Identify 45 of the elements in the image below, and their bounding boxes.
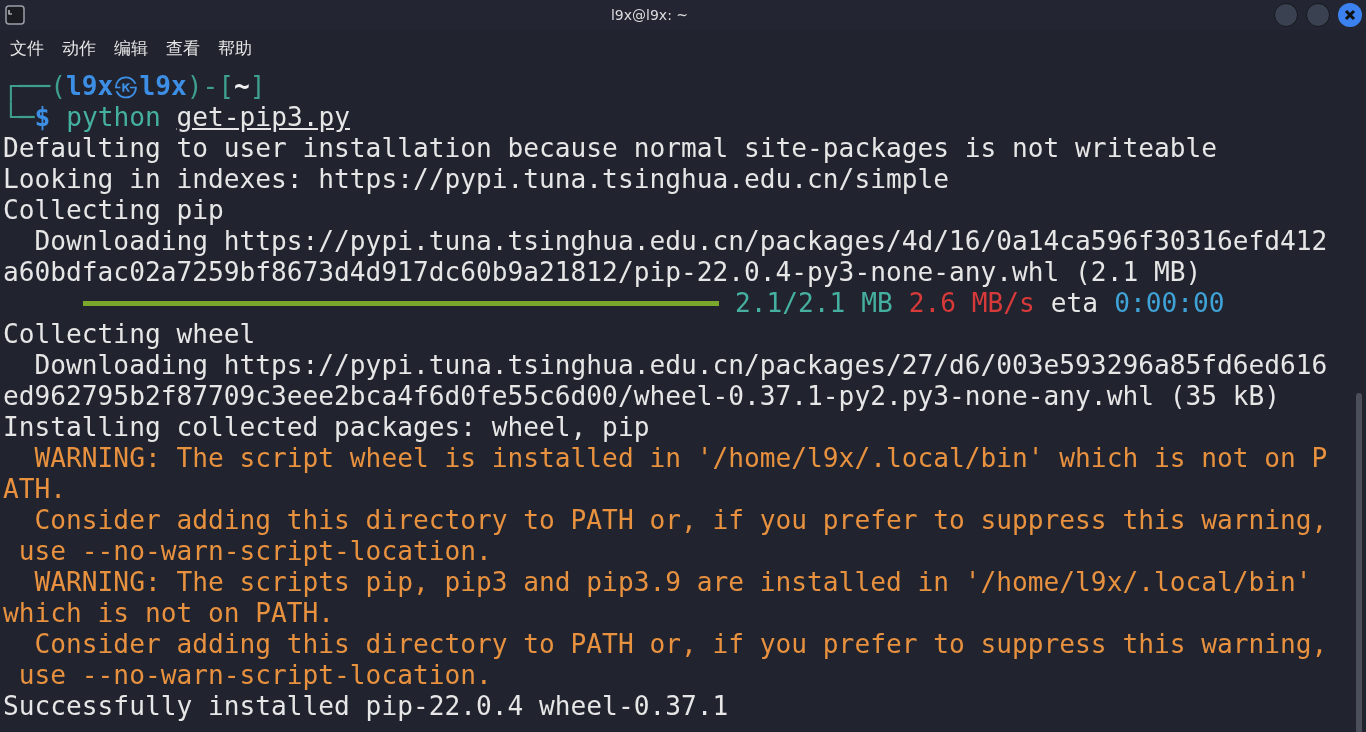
output-line: Downloading https://pypi.tuna.tsinghua.edu.cn/packages/4d/16/0a14ca596f30316efd412 <box>33 226 1329 257</box>
menu-item[interactable]: 动作 <box>62 36 96 62</box>
warning-line: Consider adding this directory to PATH or, if you prefer to suppress this warning, <box>33 505 1329 536</box>
output-line: a60bdfac02a7259bf8673d4d917dc60b9a21812/pip-22.0.4-py3-none-any.whl (2.1 MB) <box>3 257 1203 288</box>
prompt-frame: )-[ <box>186 71 234 102</box>
output-line: Installing collected packages: wheel, pip <box>3 412 651 443</box>
download-size: 2.1/2.1 MB <box>735 288 893 319</box>
output-line: Looking in indexes: https://pypi.tuna.tsinghua.edu.cn/simple <box>3 164 950 195</box>
prompt-frame: ] <box>249 71 266 102</box>
output-line: Successfully installed pip-22.0.4 wheel-0.37.1 <box>3 691 730 722</box>
download-speed: 2.6 MB/s <box>908 288 1035 319</box>
warning-line: WARNING: The script wheel is installed in '/home/l9x/.local/bin' which is not on P <box>33 443 1329 474</box>
warning-line: Consider adding this directory to PATH or, if you prefer to suppress this warning, <box>33 629 1329 660</box>
warning-line: which is not on PATH. <box>3 598 336 629</box>
prompt-symbol: ㉿ <box>113 71 140 102</box>
prompt-frame: └─ <box>3 102 35 133</box>
prompt-frame: ┌──( <box>3 71 67 102</box>
command-argument: get-pip3.py <box>176 102 350 133</box>
output-line: Defaulting to user installation because normal site-packages is not writeable <box>3 133 1218 164</box>
prompt-user: l9x <box>66 71 114 102</box>
window-title: l9x@l9x: ~ <box>610 5 689 25</box>
menu-item[interactable]: 文件 <box>10 36 44 62</box>
scrollbar[interactable] <box>1356 393 1362 732</box>
eta-label: eta <box>1050 288 1099 319</box>
warning-line: WARNING: The scripts pip, pip3 and pip3.9 are installed in '/home/l9x/.local/bin' <box>33 567 1313 598</box>
eta-time: 0:00:00 <box>1114 288 1225 319</box>
warning-line: use --no-warn-script-location. <box>17 660 493 691</box>
output-line: Collecting wheel <box>3 319 257 350</box>
prompt-directory: ~ <box>234 71 250 102</box>
warning-line: ATH. <box>3 474 68 505</box>
command: python <box>66 102 161 133</box>
warning-line: use --no-warn-script-location. <box>17 536 493 567</box>
output-line: Collecting pip <box>3 195 225 226</box>
menu-item[interactable]: 查看 <box>166 36 200 62</box>
prompt-host: l9x <box>139 71 187 102</box>
terminal-icon <box>5 5 25 25</box>
prompt-sign: $ <box>34 102 51 133</box>
minimize-button[interactable] <box>1274 3 1298 27</box>
output-line: Downloading https://pypi.tuna.tsinghua.edu.cn/packages/27/d6/003e593296a85fd6ed616 <box>33 350 1329 381</box>
menu-item[interactable]: 编辑 <box>114 36 148 62</box>
menu-item[interactable]: 帮助 <box>218 36 252 62</box>
maximize-button[interactable] <box>1306 3 1330 27</box>
output-line: ed962795b2f87709c3eee2bca4f6d0fe55c6d00/wheel-0.37.1-py2.py3-none-any.whl (35 kB) <box>3 381 1282 412</box>
close-icon <box>1344 9 1356 21</box>
close-button[interactable] <box>1338 3 1362 27</box>
